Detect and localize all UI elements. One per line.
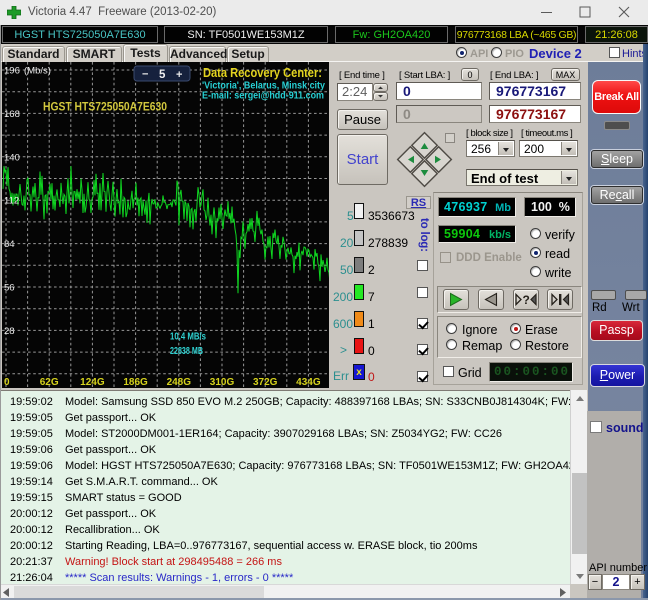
svg-text:84: 84 (4, 239, 15, 250)
svg-text:E-mail: sergei@hdd-911.com: E-mail: sergei@hdd-911.com (202, 90, 324, 102)
svg-text:28: 28 (4, 326, 15, 337)
svg-text:140: 140 (4, 152, 20, 163)
svg-text:HGST HTS725050A7E630: HGST HTS725050A7E630 (43, 100, 167, 114)
svg-text:10,4 MB/s: 10,4 MB/s (170, 332, 206, 343)
svg-text:62G: 62G (40, 377, 59, 388)
svg-text:196: 196 (4, 66, 20, 77)
svg-text:22838 MB: 22838 MB (170, 346, 203, 357)
svg-text:168: 168 (4, 109, 20, 120)
svg-text:5: 5 (159, 69, 166, 81)
svg-text:434G: 434G (296, 377, 321, 388)
svg-text:56: 56 (4, 283, 15, 294)
svg-text:372G: 372G (253, 377, 278, 388)
svg-text:124G: 124G (80, 377, 105, 388)
svg-text:(Mb/s): (Mb/s) (24, 66, 51, 77)
svg-text:248G: 248G (167, 377, 192, 388)
svg-text:?: ? (523, 293, 530, 307)
svg-text:Data Recovery Center:: Data Recovery Center: (203, 66, 322, 80)
svg-text:112: 112 (4, 196, 19, 207)
svg-text:186G: 186G (123, 377, 148, 388)
svg-text:−: − (142, 69, 148, 81)
svg-text:0: 0 (4, 377, 10, 388)
svg-text:+: + (176, 69, 182, 81)
svg-text:310G: 310G (210, 377, 235, 388)
